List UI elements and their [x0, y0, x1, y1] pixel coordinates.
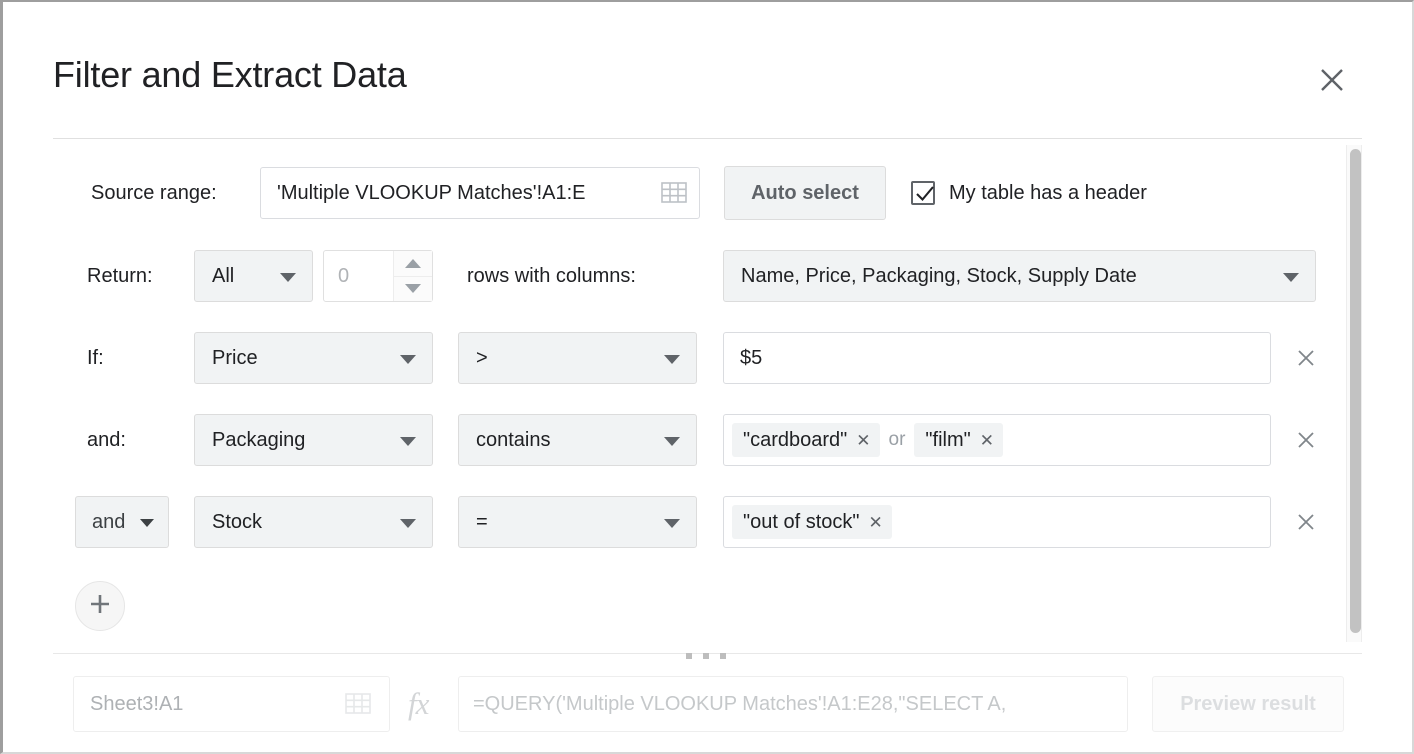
triangle-down-icon: [405, 284, 421, 294]
grid-picker-icon[interactable]: [345, 691, 371, 717]
checkbox-box: [911, 181, 935, 205]
table-has-header-checkbox[interactable]: My table has a header: [911, 181, 1147, 205]
formula-text: =QUERY('Multiple VLOOKUP Matches'!A1:E28…: [473, 692, 1007, 715]
condition-row: and: Packaging contains "cardboard" ✕ or…: [3, 412, 1412, 468]
chevron-down-icon: [140, 519, 154, 527]
add-condition-button[interactable]: [75, 581, 125, 631]
formula-display[interactable]: =QUERY('Multiple VLOOKUP Matches'!A1:E28…: [458, 676, 1128, 732]
return-count-value: 0: [338, 264, 350, 287]
chevron-down-icon: [280, 273, 296, 282]
value-chip[interactable]: "film" ✕: [914, 423, 1003, 457]
chip-label: "film": [925, 428, 971, 451]
remove-condition-icon[interactable]: [1296, 512, 1316, 532]
conditions-panel: Source range: 'Multiple VLOOKUP Matches'…: [3, 139, 1412, 644]
filter-extract-dialog: Filter and Extract Data Source range: 'M…: [0, 0, 1414, 754]
remove-condition-icon[interactable]: [1296, 430, 1316, 450]
chip-remove-icon[interactable]: ✕: [868, 514, 882, 531]
grid-picker-icon[interactable]: [661, 180, 687, 206]
condition-operator-value: >: [476, 346, 488, 369]
chevron-down-icon: [400, 437, 416, 446]
handle-dot: [719, 653, 726, 659]
chip-list: "out of stock" ✕: [724, 505, 1270, 539]
condition-field-select[interactable]: Packaging: [194, 414, 433, 466]
dialog-footer: Sheet3!A1 fx =QUERY('Multiple VLOOKUP Ma…: [3, 668, 1412, 736]
condition-operator-value: contains: [476, 428, 551, 451]
columns-value: Name, Price, Packaging, Stock, Supply Da…: [741, 264, 1137, 287]
value-chip[interactable]: "cardboard" ✕: [732, 423, 880, 457]
columns-select[interactable]: Name, Price, Packaging, Stock, Supply Da…: [723, 250, 1316, 302]
condition-operator-value: =: [476, 510, 488, 533]
table-has-header-label: My table has a header: [949, 181, 1147, 204]
chevron-down-icon: [664, 355, 680, 364]
condition-field-select[interactable]: Stock: [194, 496, 433, 548]
condition-field-value: Packaging: [212, 428, 306, 451]
chevron-down-icon: [664, 519, 680, 528]
return-row: Return: All 0 rows with columns: Name, P…: [3, 248, 1412, 304]
return-mode-select[interactable]: All: [194, 250, 313, 302]
condition-row: and Stock = "out of stock" ✕: [3, 494, 1412, 550]
auto-select-button[interactable]: Auto select: [724, 166, 886, 220]
handle-dot: [685, 653, 692, 659]
chip-joiner-label: or: [888, 429, 906, 450]
chevron-down-icon: [664, 437, 680, 446]
remove-condition-icon[interactable]: [1296, 348, 1316, 368]
return-mode-value: All: [212, 264, 235, 287]
condition-field-value: Price: [212, 346, 258, 369]
chevron-down-icon: [1283, 273, 1299, 282]
chip-label: "out of stock": [743, 510, 860, 533]
condition-join-select[interactable]: and: [75, 496, 169, 548]
condition-field-value: Stock: [212, 510, 263, 533]
plus-icon: [87, 591, 113, 622]
condition-row: If: Price > $5: [3, 330, 1412, 386]
destination-range-input[interactable]: Sheet3!A1: [73, 676, 390, 732]
value-chip[interactable]: "out of stock" ✕: [732, 505, 892, 539]
chip-remove-icon[interactable]: ✕: [980, 432, 994, 449]
source-range-input[interactable]: 'Multiple VLOOKUP Matches'!A1:E: [260, 167, 700, 219]
condition-field-select[interactable]: Price: [194, 332, 433, 384]
return-count-stepper[interactable]: 0: [323, 250, 433, 302]
panel-resize-handle[interactable]: [685, 653, 726, 659]
chevron-down-icon: [400, 355, 416, 364]
stepper-down-button[interactable]: [394, 276, 432, 301]
dialog-header: Filter and Extract Data: [3, 2, 1412, 138]
condition-value-input[interactable]: "cardboard" ✕ or "film" ✕: [723, 414, 1271, 466]
chevron-down-icon: [400, 519, 416, 528]
handle-dot: [702, 653, 709, 659]
condition-operator-select[interactable]: =: [458, 496, 697, 548]
source-range-value: 'Multiple VLOOKUP Matches'!A1:E: [277, 181, 586, 204]
chip-remove-icon[interactable]: ✕: [856, 432, 870, 449]
condition-value-text: $5: [740, 346, 763, 369]
stepper-up-button[interactable]: [394, 251, 432, 277]
triangle-up-icon: [405, 258, 421, 268]
panel-scrollbar[interactable]: [1346, 145, 1362, 642]
condition-operator-select[interactable]: contains: [458, 414, 697, 466]
condition-value-input[interactable]: "out of stock" ✕: [723, 496, 1271, 548]
scrollbar-thumb[interactable]: [1350, 149, 1361, 633]
page-title: Filter and Extract Data: [53, 54, 407, 95]
condition-value-input[interactable]: $5: [723, 332, 1271, 384]
close-icon[interactable]: [1314, 62, 1350, 98]
preview-result-button[interactable]: Preview result: [1152, 676, 1344, 732]
chip-list: "cardboard" ✕ or "film" ✕: [724, 423, 1270, 457]
condition-join-value: and: [92, 510, 126, 533]
destination-placeholder: Sheet3!A1: [90, 692, 184, 715]
condition-label: and:: [87, 428, 126, 451]
source-range-label: Source range:: [91, 181, 217, 204]
stepper-buttons: [393, 251, 432, 301]
fx-icon: fx: [408, 686, 429, 721]
rows-with-columns-label: rows with columns:: [467, 264, 636, 287]
condition-label: If:: [87, 346, 104, 369]
condition-operator-select[interactable]: >: [458, 332, 697, 384]
return-label: Return:: [87, 264, 153, 287]
chip-label: "cardboard": [743, 428, 848, 451]
source-range-row: Source range: 'Multiple VLOOKUP Matches'…: [3, 165, 1412, 221]
